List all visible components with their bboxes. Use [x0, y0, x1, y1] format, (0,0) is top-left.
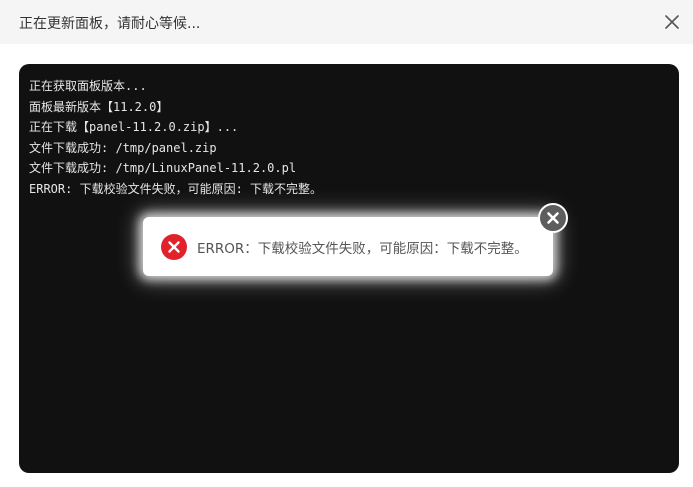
dialog-titlebar: 正在更新面板，请耐心等候...	[0, 0, 693, 44]
dialog-close-icon[interactable]	[661, 11, 683, 33]
error-icon	[161, 234, 187, 260]
terminal-line: 面板最新版本【11.2.0】	[29, 99, 169, 114]
error-toast: ERROR：下载校验文件失败，可能原因：下载不完整。	[143, 217, 553, 276]
terminal-lines: 正在获取面板版本... 面板最新版本【11.2.0】 正在下载【panel-11…	[29, 76, 322, 199]
terminal-line: 正在获取面板版本...	[29, 79, 147, 93]
error-toast-message: ERROR：下载校验文件失败，可能原因：下载不完整。	[197, 241, 528, 257]
terminal-line: 正在下载【panel-11.2.0.zip】...	[29, 120, 239, 134]
toast-close-icon[interactable]	[538, 203, 568, 233]
terminal-line: 文件下载成功: /tmp/LinuxPanel-11.2.0.pl	[29, 161, 297, 175]
dialog-title: 正在更新面板，请耐心等候...	[19, 16, 201, 32]
terminal-line: ERROR: 下载校验文件失败，可能原因: 下载不完整。	[29, 181, 323, 196]
update-dialog: 正在更新面板，请耐心等候... 正在获取面板版本... 面板最新版本【11.2.…	[0, 0, 693, 487]
terminal-line: 文件下载成功: /tmp/panel.zip	[29, 140, 217, 155]
